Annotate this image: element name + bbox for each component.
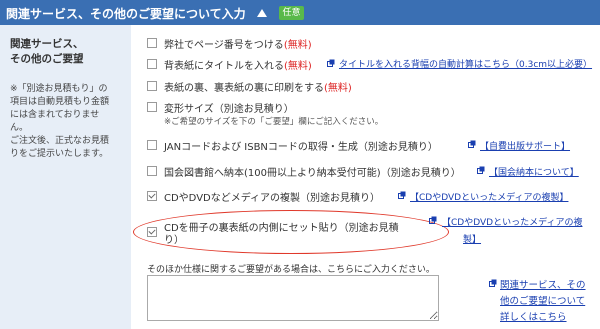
checkbox[interactable] [147,81,157,91]
related-services-link-line2[interactable]: 他のご要望について [500,293,585,307]
section-title: 関連サービス、その他のご要望について入力 [6,7,246,21]
media-duplication-link-2[interactable]: 【CDやDVDといったメディアの複 [442,215,582,228]
option-label: 弊社でページ番号をつける [164,40,284,51]
external-link-icon [327,59,335,67]
media-duplication-link-2-cont[interactable]: 製】 [463,232,481,245]
external-link-icon [489,279,497,287]
option-label: CDやDVDなどメディアの複製（別途お見積り） [164,193,381,204]
option-label: JANコードおよび ISBNコードの取得・生成（別途お見積り） [164,142,438,153]
national-deposit-link[interactable]: 【国会納本について】 [489,165,579,178]
price-free: (無料) [284,61,312,72]
checkbox[interactable] [147,140,157,150]
left-panel-title: 関連サービス、 その他のご要望 [10,38,84,65]
price-free: (無料) [283,40,312,51]
section-header[interactable]: 関連サービス、その他のご要望について入力 任意 [0,0,600,25]
request-prompt: そのほか仕様に関するご要望がある場合は、こちらにご入力ください。 [147,265,435,275]
checkbox[interactable] [147,59,157,69]
price-free: (無料) [324,83,352,94]
external-link-icon [477,166,485,174]
request-textarea[interactable] [147,275,439,321]
related-services-link-line3[interactable]: 詳しくはこちら [500,309,567,323]
checkbox[interactable] [147,166,157,176]
external-link-icon [468,140,476,148]
optional-badge: 任意 [279,6,304,20]
option-label: 背表紙にタイトルを入れる [164,61,284,72]
option-label: 国会図書館へ納本(100冊以上より納本受付可能)（別途お見積り） [164,168,461,179]
checkbox[interactable] [147,38,157,48]
media-duplication-link[interactable]: 【CDやDVDといったメディアの複製】 [410,190,568,203]
checkbox-checked[interactable] [147,191,157,201]
highlight-oval [133,210,449,254]
related-services-link-line1[interactable]: 関連サービス、その [500,277,586,291]
self-publishing-support-link[interactable]: 【自費出版サポート】 [480,139,570,152]
left-label-panel: 関連サービス、 その他のご要望 ※「別途お見積もり」の 項目は自動見積もり金額 … [0,25,131,329]
option-label: 変形サイズ（別途お見積り） [164,104,294,115]
option-note: ※ご希望のサイズを下の「ご要望」欄にご記入ください。 [164,117,384,127]
option-label: 表紙の裏、裏表紙の裏に印刷をする [164,83,324,94]
collapse-triangle-icon[interactable] [257,9,267,17]
external-link-icon [398,191,406,199]
spine-width-calc-link[interactable]: タイトルを入れる背幅の自動計算はこちら（0.3cm以上必要） [339,57,592,70]
left-panel-note: ※「別途お見積もり」の 項目は自動見積もり金額 には含まれておりませ ん。 ご注… [10,84,110,159]
external-link-icon [429,216,437,224]
checkbox[interactable] [147,102,157,112]
